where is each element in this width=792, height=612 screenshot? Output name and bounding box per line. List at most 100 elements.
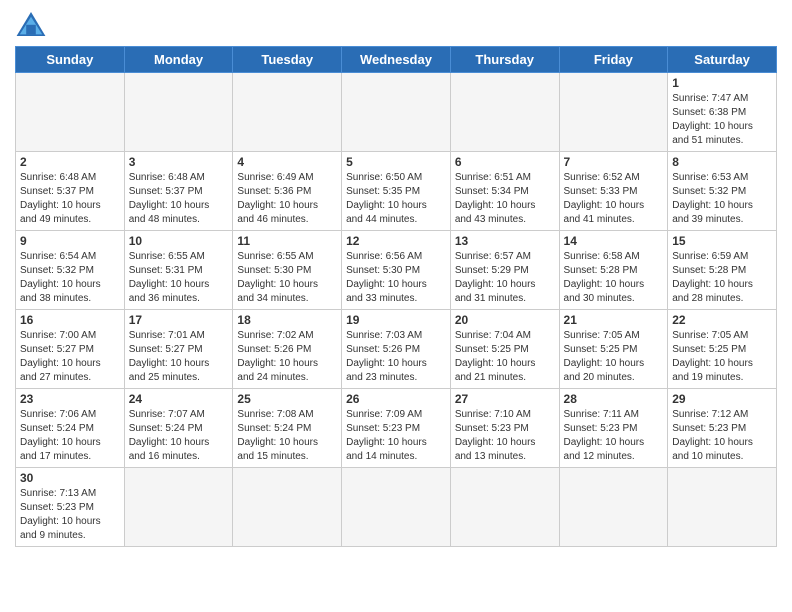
day-cell bbox=[450, 73, 559, 152]
day-cell: 21Sunrise: 7:05 AMSunset: 5:25 PMDayligh… bbox=[559, 310, 668, 389]
day-cell: 22 Sunrise: 7:05 AMSunset: 5:25 PMDayligh… bbox=[668, 310, 777, 389]
day-info: Sunrise: 6:52 AMSunset: 5:33 PMDaylight:… bbox=[564, 171, 664, 227]
day-cell: 6 Sunrise: 6:51 AMSunset: 5:34 PMDaylight… bbox=[450, 152, 559, 231]
day-cell: 7 Sunrise: 6:52 AMSunset: 5:33 PMDaylight… bbox=[559, 152, 668, 231]
day-info: Sunrise: 6:58 AMSunset: 5:28 PMDaylight:… bbox=[564, 250, 664, 306]
weekday-monday: Monday bbox=[124, 47, 233, 73]
day-cell: 23 Sunrise: 7:06 AMSunset: 5:24 PMDayligh… bbox=[16, 389, 125, 468]
day-cell: 2Sunrise: 6:48 AMSunset: 5:37 PMDaylight… bbox=[16, 152, 125, 231]
day-cell: 30Sunrise: 7:13 AMSunset: 5:23 PMDayligh… bbox=[16, 468, 125, 547]
day-info: Sunrise: 7:13 AMSunset: 5:23 PMDaylight:… bbox=[20, 487, 120, 543]
day-info: Sunrise: 7:10 AMSunset: 5:23 PMDaylight:… bbox=[455, 408, 555, 464]
day-info: Sunrise: 7:47 AMSunset: 6:38 PMDaylight:… bbox=[672, 92, 772, 148]
day-info: Sunrise: 7:04 AMSunset: 5:25 PMDaylight:… bbox=[455, 329, 555, 385]
day-number: 13 bbox=[455, 234, 555, 248]
logo-icon bbox=[15, 10, 47, 38]
day-cell: 16Sunrise: 7:00 AMSunset: 5:27 PMDayligh… bbox=[16, 310, 125, 389]
day-info: Sunrise: 6:55 AMSunset: 5:30 PMDaylight:… bbox=[237, 250, 337, 306]
day-cell bbox=[124, 468, 233, 547]
day-cell bbox=[559, 468, 668, 547]
day-cell: 26 Sunrise: 7:09 AMSunset: 5:23 PMDayligh… bbox=[342, 389, 451, 468]
day-number: 7 bbox=[564, 155, 664, 169]
day-info: Sunrise: 7:01 AMSunset: 5:27 PMDaylight:… bbox=[129, 329, 229, 385]
day-number: 3 bbox=[129, 155, 229, 169]
day-cell bbox=[342, 468, 451, 547]
day-info: Sunrise: 7:09 AMSunset: 5:23 PMDaylight:… bbox=[346, 408, 446, 464]
day-number: 8 bbox=[672, 155, 772, 169]
day-number: 15 bbox=[672, 234, 772, 248]
day-cell: 14 Sunrise: 6:58 AMSunset: 5:28 PMDayligh… bbox=[559, 231, 668, 310]
day-info: Sunrise: 7:00 AMSunset: 5:27 PMDaylight:… bbox=[20, 329, 120, 385]
day-number: 29 bbox=[672, 392, 772, 406]
day-info: Sunrise: 7:08 AMSunset: 5:24 PMDaylight:… bbox=[237, 408, 337, 464]
day-cell bbox=[559, 73, 668, 152]
day-number: 6 bbox=[455, 155, 555, 169]
day-number: 2 bbox=[20, 155, 120, 169]
day-number: 1 bbox=[672, 76, 772, 90]
day-info: Sunrise: 7:06 AMSunset: 5:24 PMDaylight:… bbox=[20, 408, 120, 464]
day-cell: 9 Sunrise: 6:54 AMSunset: 5:32 PMDaylight… bbox=[16, 231, 125, 310]
day-number: 11 bbox=[237, 234, 337, 248]
day-number: 28 bbox=[564, 392, 664, 406]
day-cell bbox=[342, 73, 451, 152]
week-row-5: 23 Sunrise: 7:06 AMSunset: 5:24 PMDayligh… bbox=[16, 389, 777, 468]
day-info: Sunrise: 6:48 AMSunset: 5:37 PMDaylight:… bbox=[129, 171, 229, 227]
day-number: 17 bbox=[129, 313, 229, 327]
day-info: Sunrise: 6:50 AMSunset: 5:35 PMDaylight:… bbox=[346, 171, 446, 227]
day-cell bbox=[233, 73, 342, 152]
day-cell: 25 Sunrise: 7:08 AMSunset: 5:24 PMDayligh… bbox=[233, 389, 342, 468]
weekday-saturday: Saturday bbox=[668, 47, 777, 73]
weekday-header-row: SundayMondayTuesdayWednesdayThursdayFrid… bbox=[16, 47, 777, 73]
day-info: Sunrise: 7:11 AMSunset: 5:23 PMDaylight:… bbox=[564, 408, 664, 464]
day-info: Sunrise: 7:05 AMSunset: 5:25 PMDaylight:… bbox=[564, 329, 664, 385]
day-number: 23 bbox=[20, 392, 120, 406]
week-row-4: 16Sunrise: 7:00 AMSunset: 5:27 PMDayligh… bbox=[16, 310, 777, 389]
calendar: SundayMondayTuesdayWednesdayThursdayFrid… bbox=[15, 46, 777, 547]
day-info: Sunrise: 6:53 AMSunset: 5:32 PMDaylight:… bbox=[672, 171, 772, 227]
day-info: Sunrise: 6:49 AMSunset: 5:36 PMDaylight:… bbox=[237, 171, 337, 227]
weekday-friday: Friday bbox=[559, 47, 668, 73]
week-row-3: 9 Sunrise: 6:54 AMSunset: 5:32 PMDaylight… bbox=[16, 231, 777, 310]
day-cell: 3 Sunrise: 6:48 AMSunset: 5:37 PMDaylight… bbox=[124, 152, 233, 231]
week-row-6: 30Sunrise: 7:13 AMSunset: 5:23 PMDayligh… bbox=[16, 468, 777, 547]
day-info: Sunrise: 6:51 AMSunset: 5:34 PMDaylight:… bbox=[455, 171, 555, 227]
day-number: 14 bbox=[564, 234, 664, 248]
day-number: 20 bbox=[455, 313, 555, 327]
day-cell bbox=[233, 468, 342, 547]
day-info: Sunrise: 6:54 AMSunset: 5:32 PMDaylight:… bbox=[20, 250, 120, 306]
day-number: 27 bbox=[455, 392, 555, 406]
day-info: Sunrise: 7:12 AMSunset: 5:23 PMDaylight:… bbox=[672, 408, 772, 464]
day-number: 24 bbox=[129, 392, 229, 406]
weekday-tuesday: Tuesday bbox=[233, 47, 342, 73]
day-cell: 11 Sunrise: 6:55 AMSunset: 5:30 PMDayligh… bbox=[233, 231, 342, 310]
day-info: Sunrise: 7:07 AMSunset: 5:24 PMDaylight:… bbox=[129, 408, 229, 464]
day-cell: 1 Sunrise: 7:47 AMSunset: 6:38 PMDaylight… bbox=[668, 73, 777, 152]
day-cell bbox=[450, 468, 559, 547]
week-row-1: 1 Sunrise: 7:47 AMSunset: 6:38 PMDaylight… bbox=[16, 73, 777, 152]
day-cell: 19Sunrise: 7:03 AMSunset: 5:26 PMDayligh… bbox=[342, 310, 451, 389]
day-cell: 13 Sunrise: 6:57 AMSunset: 5:29 PMDayligh… bbox=[450, 231, 559, 310]
day-cell bbox=[124, 73, 233, 152]
day-cell: 18Sunrise: 7:02 AMSunset: 5:26 PMDayligh… bbox=[233, 310, 342, 389]
day-cell bbox=[16, 73, 125, 152]
day-info: Sunrise: 6:57 AMSunset: 5:29 PMDaylight:… bbox=[455, 250, 555, 306]
day-number: 22 bbox=[672, 313, 772, 327]
week-row-2: 2 Sunrise: 6:48 AMSunset: 5:37 PMDaylight… bbox=[16, 152, 777, 231]
day-cell: 27 Sunrise: 7:10 AMSunset: 5:23 PMDayligh… bbox=[450, 389, 559, 468]
day-cell: 15 Sunrise: 6:59 AMSunset: 5:28 PMDayligh… bbox=[668, 231, 777, 310]
day-info: Sunrise: 6:55 AMSunset: 5:31 PMDaylight:… bbox=[129, 250, 229, 306]
day-info: Sunrise: 7:02 AMSunset: 5:26 PMDaylight:… bbox=[237, 329, 337, 385]
day-cell: 5Sunrise: 6:50 AMSunset: 5:35 PMDaylight… bbox=[342, 152, 451, 231]
day-info: Sunrise: 6:56 AMSunset: 5:30 PMDaylight:… bbox=[346, 250, 446, 306]
day-info: Sunrise: 7:05 AMSunset: 5:25 PMDaylight:… bbox=[672, 329, 772, 385]
day-number: 25 bbox=[237, 392, 337, 406]
day-number: 26 bbox=[346, 392, 446, 406]
day-cell: 4Sunrise: 6:49 AMSunset: 5:36 PMDaylight… bbox=[233, 152, 342, 231]
header bbox=[15, 10, 777, 38]
day-cell: 10Sunrise: 6:55 AMSunset: 5:31 PMDayligh… bbox=[124, 231, 233, 310]
day-info: Sunrise: 6:59 AMSunset: 5:28 PMDaylight:… bbox=[672, 250, 772, 306]
day-cell bbox=[668, 468, 777, 547]
day-cell: 20 Sunrise: 7:04 AMSunset: 5:25 PMDayligh… bbox=[450, 310, 559, 389]
day-number: 9 bbox=[20, 234, 120, 248]
day-number: 19 bbox=[346, 313, 446, 327]
